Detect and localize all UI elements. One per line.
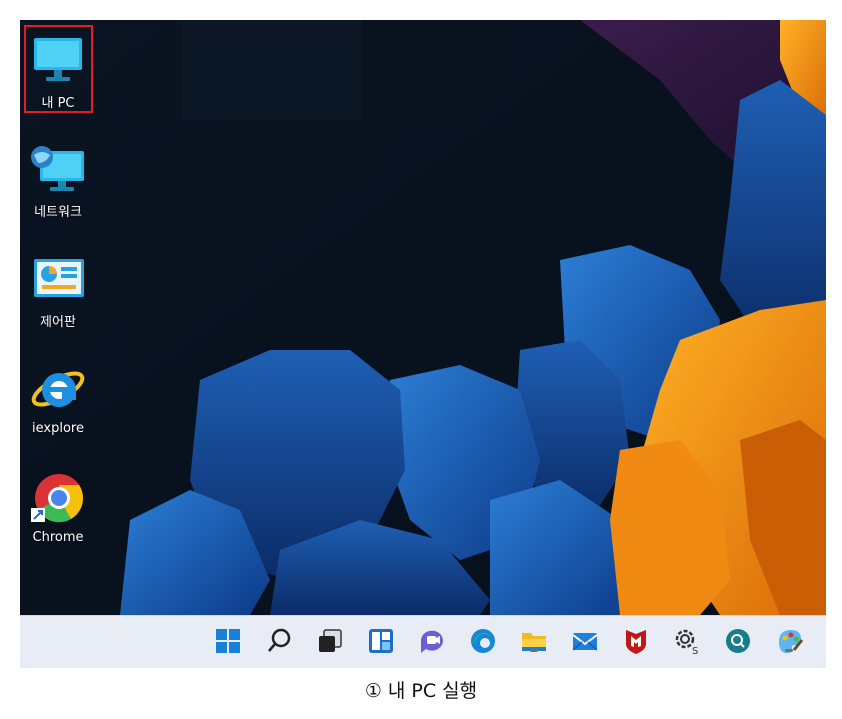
desktop-icon-network[interactable]: 네트워크 [20,143,96,220]
chrome-icon [31,474,84,523]
running-indicator [785,649,793,652]
desktop-icon-my-pc[interactable]: 내 PC [20,34,96,111]
settings-icon[interactable]: S [672,626,702,657]
desktop-icon-label: Chrome [32,530,84,545]
windows-start-icon[interactable] [213,626,243,656]
desktop-icon-label: 네트워크 [34,205,82,220]
file-explorer-icon[interactable] [519,626,549,656]
desktop-icon-control-panel[interactable]: 제어판 [20,253,96,330]
svg-text:S: S [692,646,698,656]
desktop-wallpaper [20,20,826,615]
desktop-icon-iexplore[interactable]: iexplore [20,363,96,436]
control-panel-icon [34,259,84,297]
desktop-icon-label: 내 PC [41,96,75,111]
desktop-icon-label: 제어판 [40,315,76,330]
screenshot-frame: 내 PC 네트워크 제어판 iexplore Chrome S [20,20,826,668]
computer-icon [34,38,82,81]
teams-chat-icon[interactable] [417,626,447,656]
paint-icon[interactable] [774,626,804,656]
task-view-icon[interactable] [315,626,345,656]
mail-icon[interactable] [570,626,600,656]
widgets-icon[interactable] [366,626,396,656]
network-icon [31,146,84,191]
desktop-icon-label: iexplore [32,421,84,436]
search-icon[interactable] [264,626,294,656]
desktop-icon-chrome[interactable]: Chrome [20,472,96,545]
taskbar: S [20,615,826,668]
running-indicator [530,649,538,652]
quick-assist-icon[interactable] [723,626,753,656]
mcafee-icon[interactable] [621,626,651,656]
edge-icon[interactable] [468,626,498,656]
figure-caption: ① 내 PC 실행 [364,680,478,702]
internet-explorer-icon [31,371,85,407]
